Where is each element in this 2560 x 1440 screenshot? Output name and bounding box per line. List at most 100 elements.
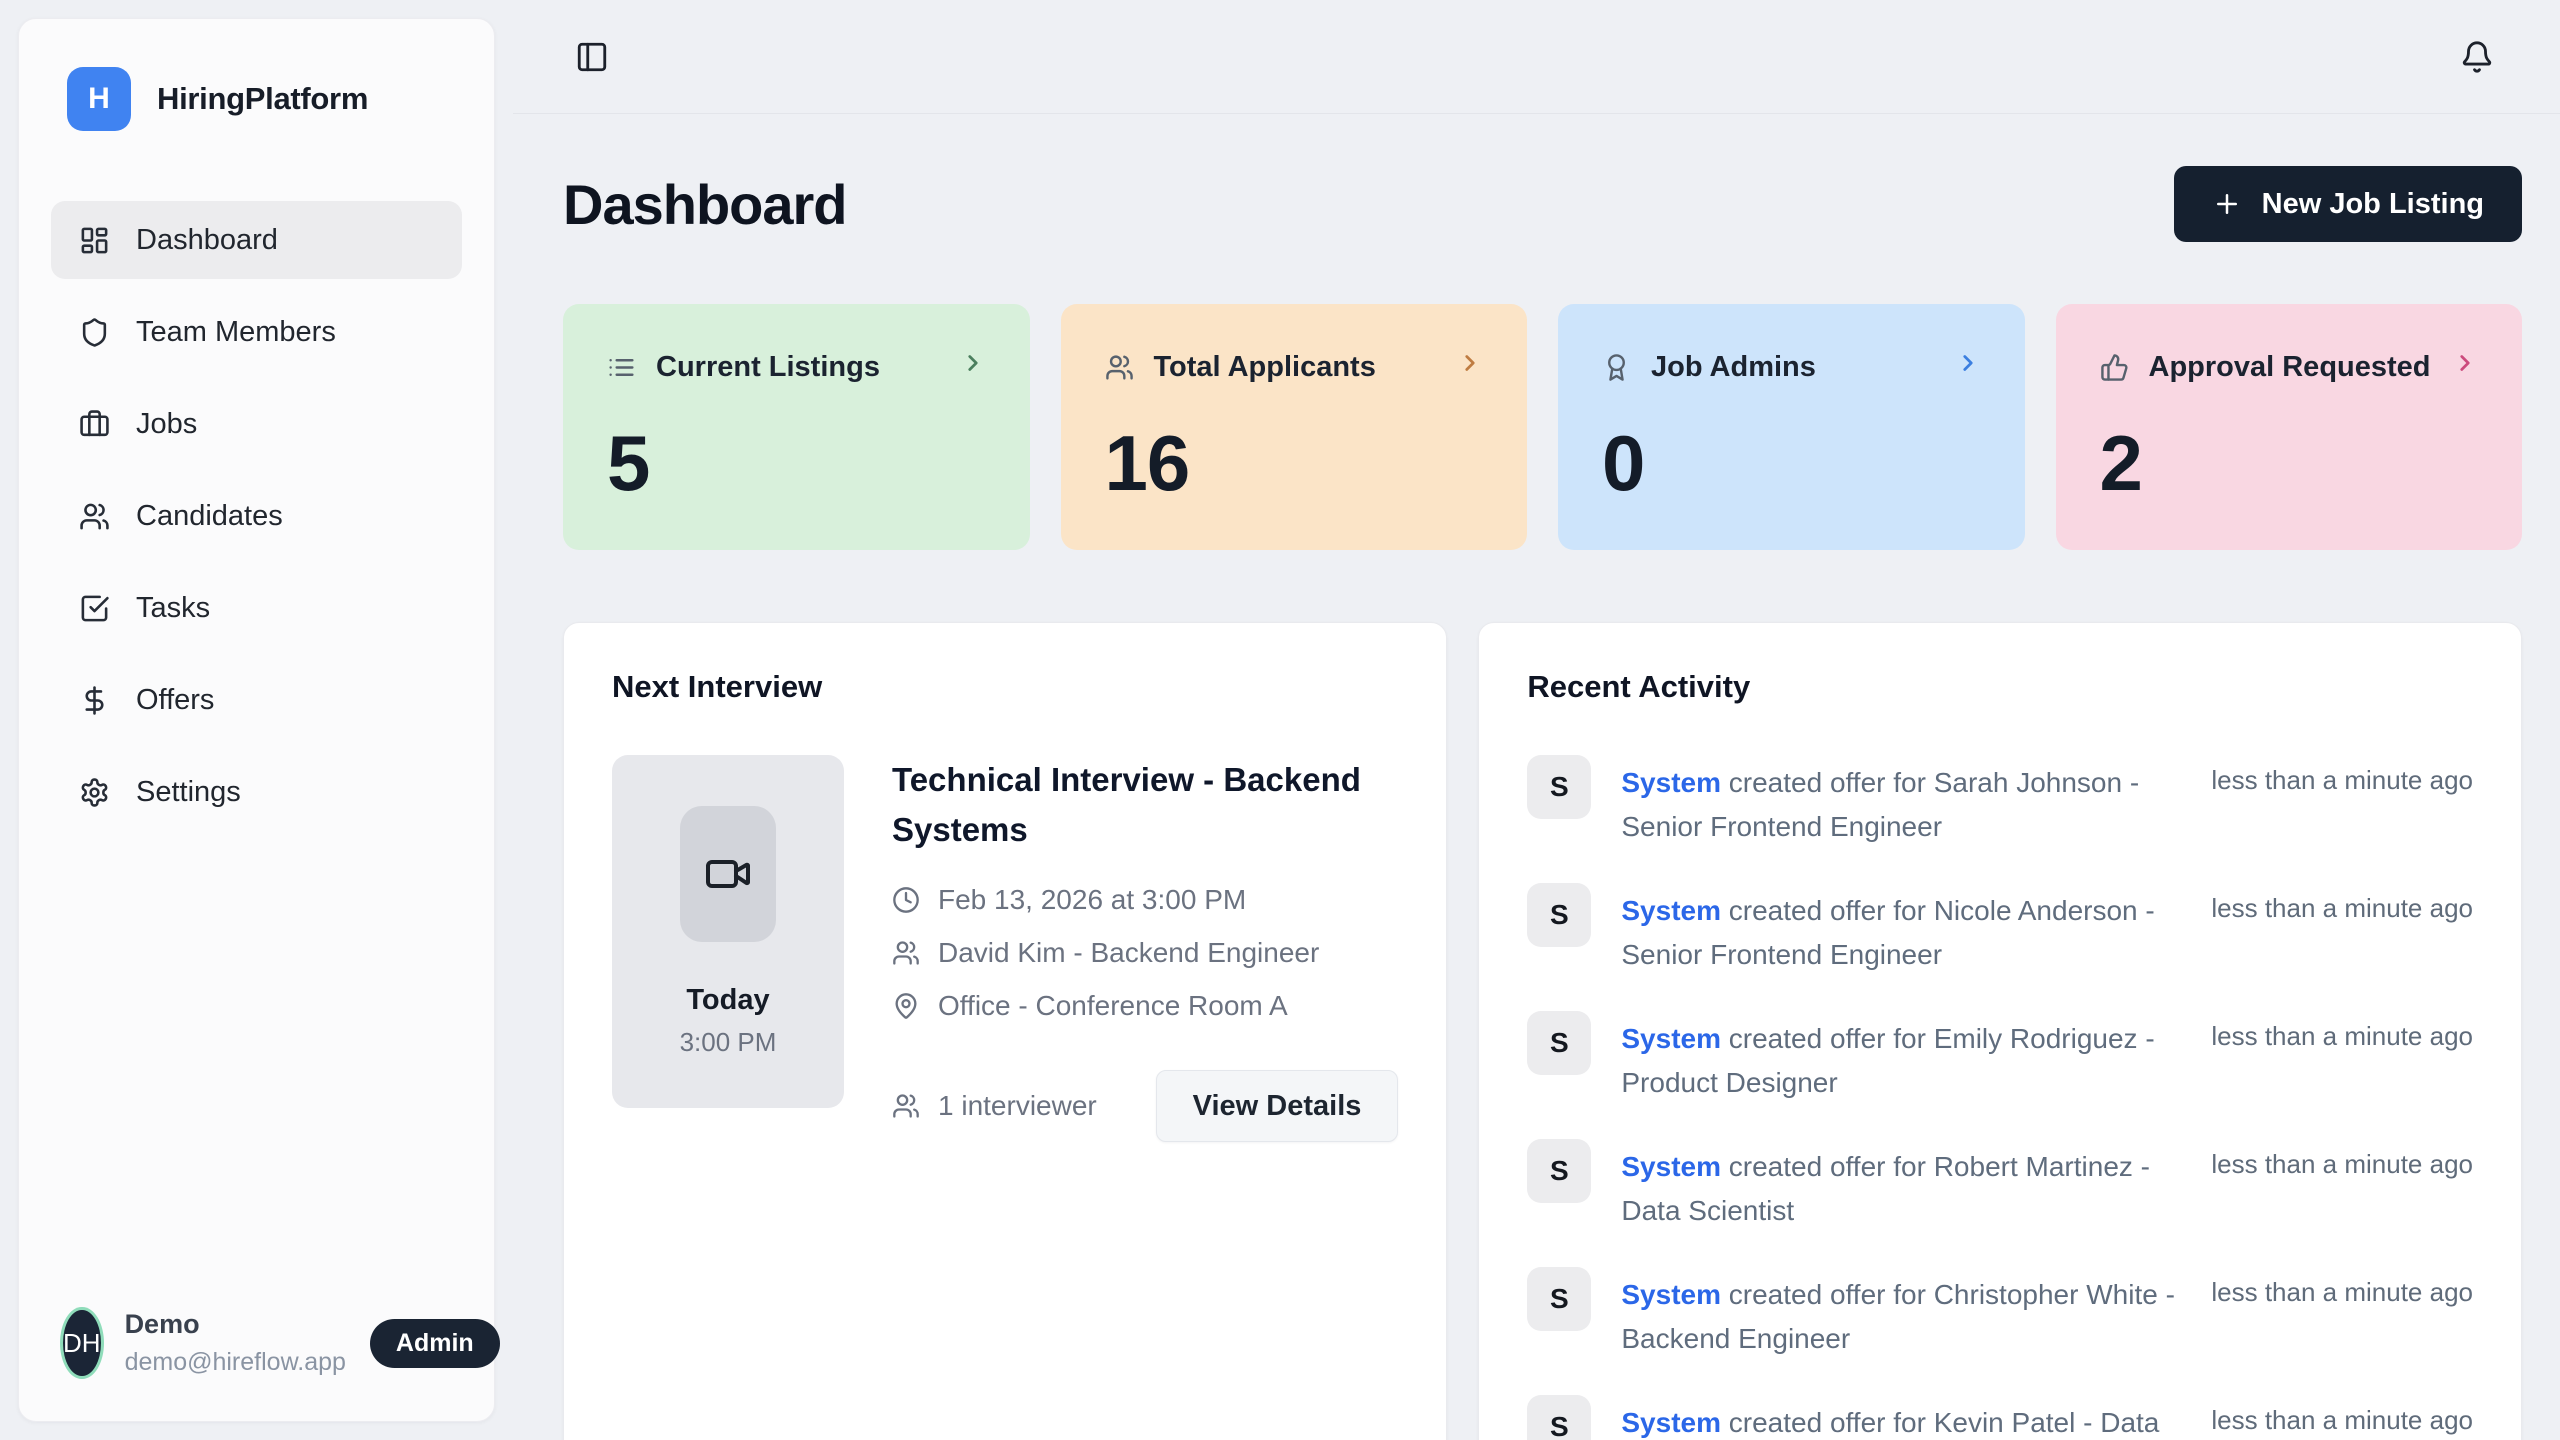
user-email: demo@hireflow.app: [125, 1348, 346, 1377]
chevron-right-icon: [1955, 350, 1981, 384]
activity-actor: System: [1621, 1279, 1721, 1310]
brand-logo: H: [67, 67, 131, 131]
panel-left-icon: [575, 40, 609, 74]
gear-icon: [79, 777, 110, 808]
activity-item: S System created offer for Christopher W…: [1527, 1267, 2473, 1361]
interview-meta: Feb 13, 2026 at 3:00 PM David Kim - Back…: [892, 884, 1398, 1022]
sidebar-item-settings[interactable]: Settings: [51, 753, 462, 831]
stat-head: Job Admins: [1602, 350, 1981, 384]
sidebar-item-label: Team Members: [136, 316, 336, 349]
sidebar-item-jobs[interactable]: Jobs: [51, 385, 462, 463]
layout-dashboard-icon: [79, 225, 110, 256]
next-interview-panel: Next Interview Today 3:00 PM Technical I…: [563, 622, 1447, 1440]
users-icon: [1105, 353, 1134, 382]
activity-avatar: S: [1527, 1267, 1591, 1331]
activity-actor: System: [1621, 1407, 1721, 1438]
activity-avatar: S: [1527, 883, 1591, 947]
activity-text: System created offer for Kevin Patel - D…: [1621, 1395, 2181, 1440]
chevron-right-icon: [1457, 350, 1483, 384]
stat-card-approval-requested[interactable]: Approval Requested 2: [2056, 304, 2523, 550]
chevron-right-icon: [2452, 350, 2478, 384]
shield-icon: [79, 317, 110, 348]
stat-label: Current Listings: [656, 351, 880, 384]
sidebar-item-team-members[interactable]: Team Members: [51, 293, 462, 371]
activity-actor: System: [1621, 1151, 1721, 1182]
dollar-icon: [79, 685, 110, 716]
content: Dashboard New Job Listing Current Listin…: [513, 114, 2560, 1440]
role-badge: Admin: [370, 1319, 500, 1368]
activity-actor: System: [1621, 895, 1721, 926]
sidebar-toggle-button[interactable]: [575, 40, 609, 74]
activity-timestamp: less than a minute ago: [2211, 1267, 2473, 1361]
stat-head: Approval Requested: [2100, 350, 2479, 384]
stat-label: Total Applicants: [1154, 351, 1376, 384]
interviewer-count-row: 1 interviewer: [892, 1090, 1097, 1122]
activity-item: S System created offer for Emily Rodrigu…: [1527, 1011, 2473, 1105]
activity-timestamp: less than a minute ago: [2211, 1011, 2473, 1105]
interview-day: Today: [686, 984, 769, 1017]
interview-datetime: Feb 13, 2026 at 3:00 PM: [938, 884, 1246, 916]
new-job-listing-button[interactable]: New Job Listing: [2174, 166, 2522, 242]
thumbs-up-icon: [2100, 353, 2129, 382]
users-icon: [79, 501, 110, 532]
activity-timestamp: less than a minute ago: [2211, 1139, 2473, 1233]
sidebar-item-offers[interactable]: Offers: [51, 661, 462, 739]
activity-item: S System created offer for Kevin Patel -…: [1527, 1395, 2473, 1440]
sidebar-item-label: Candidates: [136, 500, 283, 533]
briefcase-icon: [79, 409, 110, 440]
stat-label: Approval Requested: [2149, 351, 2431, 384]
activity-list: S System created offer for Sarah Johnson…: [1527, 755, 2473, 1440]
page-title: Dashboard: [563, 172, 847, 237]
activity-item: S System created offer for Robert Martin…: [1527, 1139, 2473, 1233]
topbar: [513, 0, 2560, 114]
activity-timestamp: less than a minute ago: [2211, 755, 2473, 849]
users-icon: [892, 1092, 920, 1120]
users-icon: [892, 939, 920, 967]
brand: H HiringPlatform: [51, 67, 462, 131]
stat-label: Job Admins: [1651, 351, 1816, 384]
activity-item: S System created offer for Nicole Anders…: [1527, 883, 2473, 977]
activity-actor: System: [1621, 1023, 1721, 1054]
interview-location-row: Office - Conference Room A: [892, 990, 1398, 1022]
award-icon: [1602, 353, 1631, 382]
hiring-platform-app: H HiringPlatform Dashboard Team Members …: [0, 0, 2560, 1440]
interview-person-row: David Kim - Backend Engineer: [892, 937, 1398, 969]
sidebar-nav: Dashboard Team Members Jobs Candidates T…: [51, 201, 462, 831]
stat-card-current-listings[interactable]: Current Listings 5: [563, 304, 1030, 550]
stat-head: Total Applicants: [1105, 350, 1484, 384]
sidebar-item-tasks[interactable]: Tasks: [51, 569, 462, 647]
stat-value: 16: [1105, 418, 1484, 509]
stat-value: 2: [2100, 418, 2479, 509]
sidebar-item-candidates[interactable]: Candidates: [51, 477, 462, 555]
interview-person: David Kim - Backend Engineer: [938, 937, 1319, 969]
next-interview-title: Next Interview: [612, 669, 1398, 705]
interview-info: Technical Interview - Backend Systems Fe…: [892, 755, 1398, 1142]
map-pin-icon: [892, 992, 920, 1020]
notifications-button[interactable]: [2460, 40, 2494, 74]
activity-avatar: S: [1527, 1395, 1591, 1440]
activity-timestamp: less than a minute ago: [2211, 883, 2473, 977]
interview-datetime-row: Feb 13, 2026 at 3:00 PM: [892, 884, 1398, 916]
activity-avatar: S: [1527, 1011, 1591, 1075]
video-icon-box: [680, 806, 776, 942]
view-details-button[interactable]: View Details: [1156, 1070, 1399, 1142]
panels: Next Interview Today 3:00 PM Technical I…: [563, 622, 2522, 1440]
sidebar-item-dashboard[interactable]: Dashboard: [51, 201, 462, 279]
chevron-right-icon: [960, 350, 986, 384]
activity-text: System created offer for Robert Martinez…: [1621, 1139, 2181, 1233]
clock-icon: [892, 886, 920, 914]
video-camera-icon: [704, 850, 752, 898]
stat-card-total-applicants[interactable]: Total Applicants 16: [1061, 304, 1528, 550]
recent-activity-panel: Recent Activity S System created offer f…: [1478, 622, 2522, 1440]
check-square-icon: [79, 593, 110, 624]
next-interview-body: Today 3:00 PM Technical Interview - Back…: [612, 755, 1398, 1142]
activity-text: System created offer for Sarah Johnson -…: [1621, 755, 2181, 849]
activity-text: System created offer for Christopher Whi…: [1621, 1267, 2181, 1361]
sidebar-user[interactable]: DH Demo demo@hireflow.app Admin: [51, 1309, 462, 1377]
stat-card-job-admins[interactable]: Job Admins 0: [1558, 304, 2025, 550]
activity-timestamp: less than a minute ago: [2211, 1395, 2473, 1440]
interview-time: 3:00 PM: [680, 1027, 777, 1058]
recent-activity-title: Recent Activity: [1527, 669, 2473, 705]
plus-icon: [2212, 189, 2242, 219]
stat-cards: Current Listings 5 Total Applicants 16: [563, 304, 2522, 550]
